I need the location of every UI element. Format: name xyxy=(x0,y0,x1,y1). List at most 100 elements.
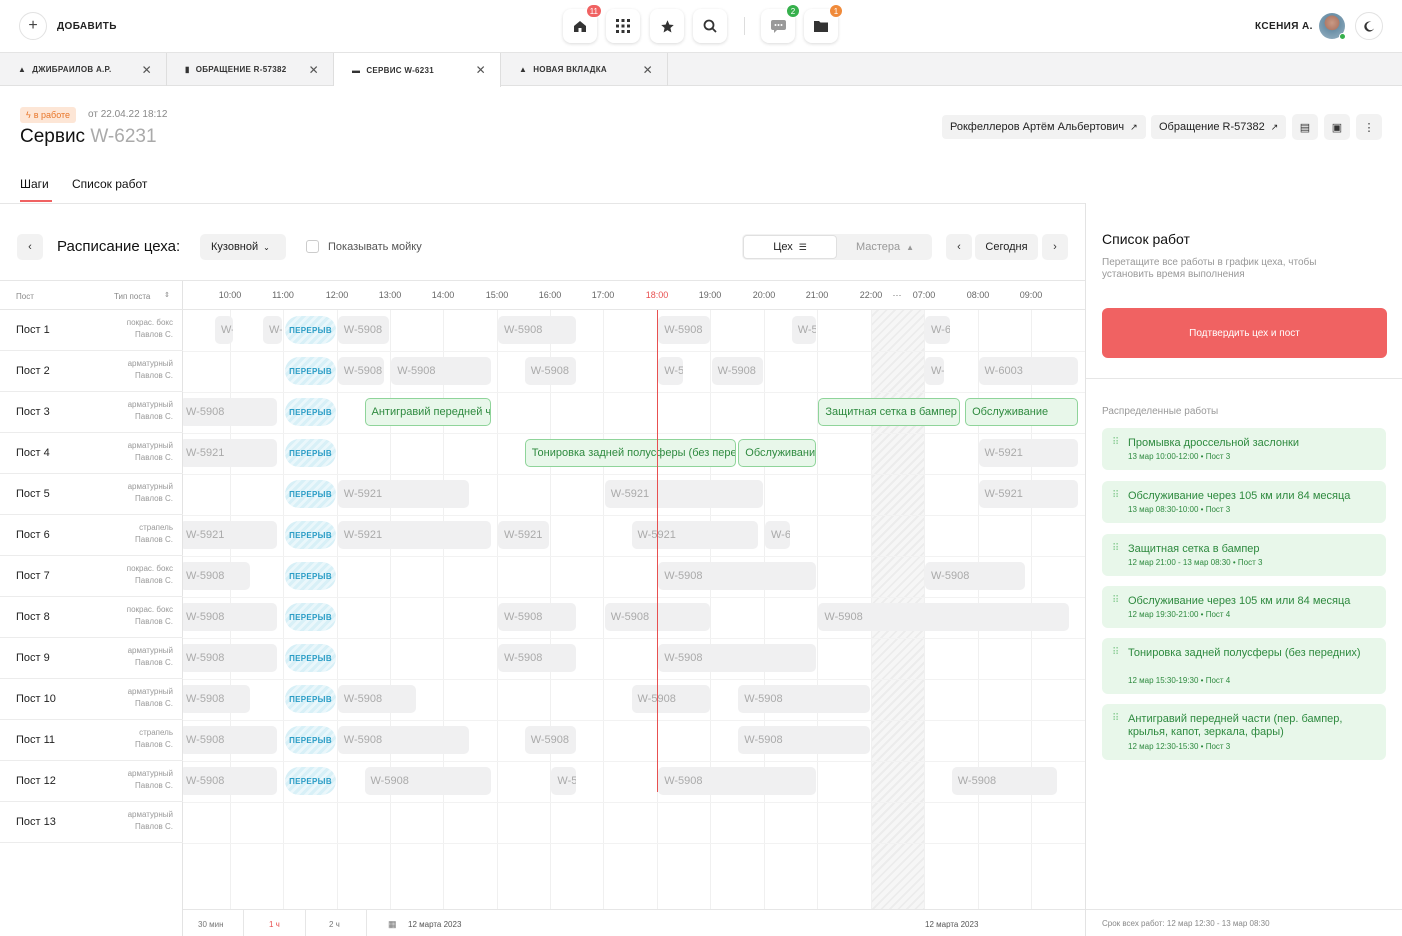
distributed-job[interactable]: ⠿ Тонировка задней полусферы (без передн… xyxy=(1102,638,1386,694)
drag-handle-icon[interactable]: ⠿ xyxy=(1112,437,1119,448)
distributed-job[interactable]: ⠿ Защитная сетка в бампер 12 мар 21:00 -… xyxy=(1102,534,1386,576)
job-block[interactable]: W-5921 xyxy=(498,521,550,549)
job-block[interactable]: W-5908 xyxy=(498,644,577,672)
tab-new[interactable]: ▲ НОВАЯ ВКЛАДКА ✕ xyxy=(501,53,668,86)
job-block[interactable]: W-5908 xyxy=(183,398,278,426)
job-block[interactable]: W-6 xyxy=(765,521,790,549)
job-block[interactable]: W-5921 xyxy=(337,480,470,508)
close-icon[interactable]: ✕ xyxy=(643,63,653,77)
more-button[interactable]: ⋮ xyxy=(1356,114,1382,140)
distributed-job[interactable]: ⠿ Обслуживание через 105 км или 84 месяц… xyxy=(1102,586,1386,628)
chat-button[interactable]: 2 xyxy=(761,4,800,43)
break-block[interactable]: ПЕРЕРЫВ xyxy=(285,398,336,426)
job-block-assigned[interactable]: Обслуживание xyxy=(965,398,1079,426)
job-block[interactable]: W-5908 xyxy=(658,644,817,672)
break-block[interactable]: ПЕРЕРЫВ xyxy=(285,316,336,344)
job-block[interactable]: W-5908 xyxy=(711,357,763,385)
scale-1h[interactable]: 1 ч xyxy=(269,920,280,929)
break-block[interactable]: ПЕРЕРЫВ xyxy=(285,644,336,672)
break-block[interactable]: ПЕРЕРЫВ xyxy=(285,521,336,549)
job-block[interactable]: W-5 xyxy=(263,316,283,344)
job-block[interactable]: W-5908 xyxy=(738,685,870,713)
break-block[interactable]: ПЕРЕРЫВ xyxy=(285,357,336,385)
favorites-button[interactable] xyxy=(650,9,684,43)
job-block[interactable]: W-5908 xyxy=(631,685,710,713)
job-block[interactable]: W-5908 xyxy=(183,726,278,754)
distributed-job[interactable]: ⠿ Антигравий передней части (пер. бампер… xyxy=(1102,704,1386,760)
job-block[interactable]: W-5921 xyxy=(183,521,278,549)
job-block[interactable]: W-5908 xyxy=(951,767,1057,795)
request-link[interactable]: Обращение R-57382 ↗ xyxy=(1151,115,1287,139)
tab-service[interactable]: ▬ СЕРВИС W-6231 ✕ xyxy=(334,53,501,87)
job-block[interactable]: W-5908 xyxy=(818,603,1069,631)
next-day-button[interactable]: › xyxy=(1042,234,1068,260)
job-block[interactable]: W-6001 xyxy=(925,316,950,344)
job-block-assigned[interactable]: Антигравий передней части xyxy=(364,398,491,426)
home-button[interactable]: 11 xyxy=(563,4,602,43)
comment-button[interactable]: ▤ xyxy=(1292,114,1318,140)
apps-button[interactable] xyxy=(606,9,640,43)
contact-button[interactable]: ▣ xyxy=(1324,114,1350,140)
wash-checkbox[interactable] xyxy=(306,240,319,253)
job-block[interactable]: W-5908 xyxy=(183,685,251,713)
shop-select[interactable]: Кузовной ⌄ xyxy=(200,234,286,260)
job-block[interactable]: W-5908 xyxy=(925,562,1025,590)
job-block[interactable]: W-5908 xyxy=(498,316,577,344)
break-block[interactable]: ПЕРЕРЫВ xyxy=(285,439,336,467)
job-block-assigned[interactable]: Обслуживание xyxy=(738,439,817,467)
wash-checkbox-label[interactable]: Показывать мойку xyxy=(328,241,422,253)
add-icon[interactable]: + xyxy=(19,12,47,40)
break-block[interactable]: ПЕРЕРЫВ xyxy=(285,685,336,713)
sort-icon[interactable]: ⇕ xyxy=(164,291,170,299)
scale-2h[interactable]: 2 ч xyxy=(329,920,340,929)
search-button[interactable] xyxy=(693,9,727,43)
job-block[interactable]: W-5908 xyxy=(364,767,491,795)
job-block[interactable]: W-6003 xyxy=(978,357,1079,385)
drag-handle-icon[interactable]: ⠿ xyxy=(1112,647,1119,658)
job-block[interactable]: W-5908 xyxy=(183,644,278,672)
job-block[interactable]: W-5908 xyxy=(524,357,577,385)
drag-handle-icon[interactable]: ⠿ xyxy=(1112,713,1119,724)
tab-works[interactable]: Список работ xyxy=(72,177,147,191)
scale-30m[interactable]: 30 мин xyxy=(198,920,224,929)
client-link[interactable]: Рокфеллеров Артём Альбертович ↗ xyxy=(942,115,1146,139)
job-block[interactable]: W-5908 xyxy=(551,767,577,795)
prev-shop-button[interactable]: ‹ xyxy=(17,234,43,260)
col-type[interactable]: Тип поста xyxy=(114,292,150,301)
add-button-label[interactable]: ДОБАВИТЬ xyxy=(57,21,117,32)
job-block[interactable]: W-5921 xyxy=(978,480,1079,508)
prev-day-button[interactable]: ‹ xyxy=(946,234,972,260)
job-block[interactable]: W-5908 xyxy=(337,726,470,754)
job-block[interactable]: W-5921 xyxy=(978,439,1079,467)
drag-handle-icon[interactable]: ⠿ xyxy=(1112,543,1119,554)
job-block[interactable]: W-5921 xyxy=(631,521,758,549)
job-block[interactable]: W-5921 xyxy=(604,480,763,508)
drag-handle-icon[interactable]: ⠿ xyxy=(1112,595,1119,606)
job-block[interactable]: W-5908 xyxy=(658,316,710,344)
job-block[interactable]: W-5908 xyxy=(183,562,251,590)
confirm-button[interactable]: Подтвердить цех и пост xyxy=(1102,308,1387,358)
close-icon[interactable]: ✕ xyxy=(309,63,319,77)
close-icon[interactable]: ✕ xyxy=(142,63,152,77)
distributed-job[interactable]: ⠿ Промывка дроссельной заслонки 13 мар 1… xyxy=(1102,428,1386,470)
job-block-assigned[interactable]: Тонировка задней полусферы (без передних… xyxy=(524,439,737,467)
job-block[interactable]: W-5908 xyxy=(524,726,577,754)
job-block[interactable]: W-5908 xyxy=(337,685,416,713)
break-block[interactable]: ПЕРЕРЫВ xyxy=(285,603,336,631)
theme-toggle[interactable] xyxy=(1355,12,1383,40)
break-block[interactable]: ПЕРЕРЫВ xyxy=(285,767,336,795)
job-block[interactable]: W-5908 xyxy=(658,562,817,590)
close-icon[interactable]: ✕ xyxy=(476,63,486,77)
break-block[interactable]: ПЕРЕРЫВ xyxy=(285,480,336,508)
drag-handle-icon[interactable]: ⠿ xyxy=(1112,490,1119,501)
calendar-icon[interactable]: ▦ xyxy=(388,919,397,930)
job-block[interactable]: W-5908 xyxy=(791,316,817,344)
break-block[interactable]: ПЕРЕРЫВ xyxy=(285,726,336,754)
job-block-assigned[interactable]: Защитная сетка в бампер xyxy=(818,398,961,426)
job-block[interactable]: W-5908 xyxy=(498,603,577,631)
view-masters[interactable]: Мастера ▲ xyxy=(838,234,932,260)
job-block[interactable]: W-5908 xyxy=(214,316,233,344)
job-block[interactable]: W-5921 xyxy=(183,439,278,467)
job-block[interactable]: W-5908 xyxy=(658,357,683,385)
job-block[interactable]: W-5921 xyxy=(337,521,491,549)
